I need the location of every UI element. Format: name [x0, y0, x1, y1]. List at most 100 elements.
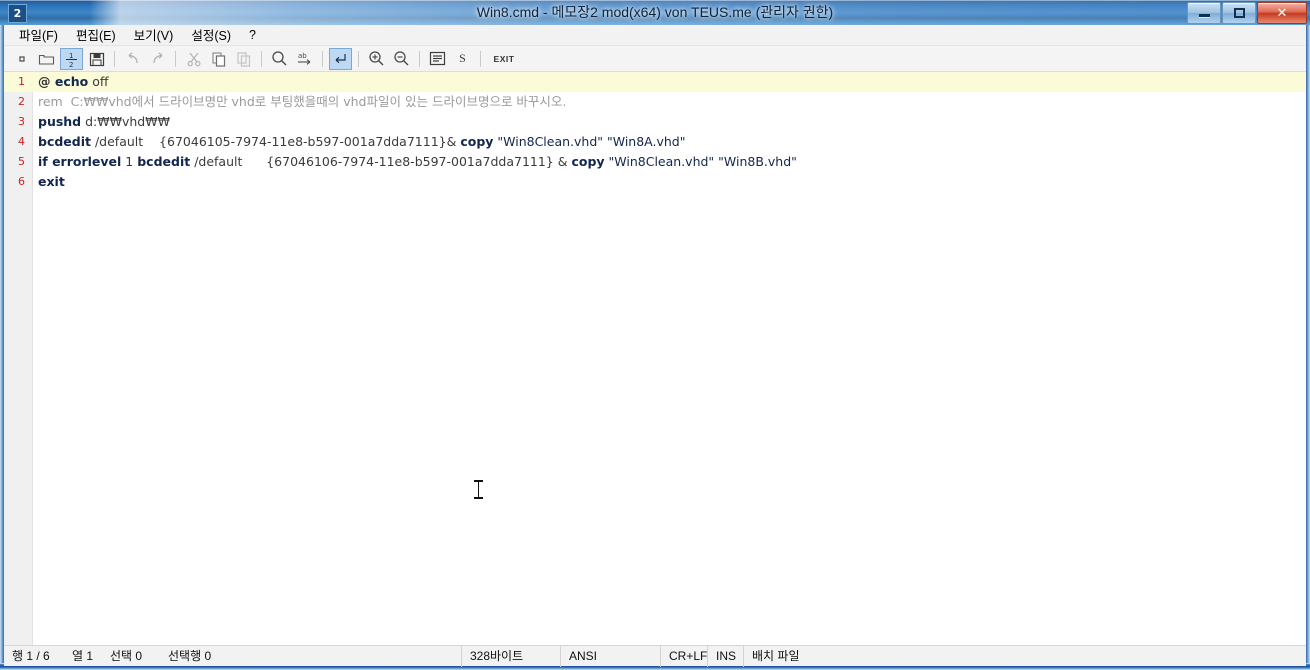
app-icon: 2: [8, 4, 27, 23]
title-bar[interactable]: 2 Win8.cmd - 메모장2 mod(x64) von TEUS.me (…: [0, 0, 1310, 25]
code-line[interactable]: 6 exit: [4, 172, 1306, 192]
zoom-in-button[interactable]: [365, 48, 388, 70]
svg-text:1: 1: [69, 52, 73, 60]
menu-bar: 파일(F) 편집(E) 보기(V) 설정(S) ?: [4, 25, 1306, 46]
status-line-ending: CR+LF: [661, 645, 708, 667]
copy-icon: [211, 51, 227, 67]
replace-button[interactable]: ab: [293, 48, 316, 70]
title-bar-sheen: [0, 0, 1310, 25]
menu-view[interactable]: 보기(V): [125, 23, 183, 47]
code-line-text: bcdedit /default {67046105-7974-11e8-b59…: [38, 132, 686, 152]
line-number: 1: [18, 75, 25, 88]
code-line[interactable]: 5 if errorlevel 1 bcdedit /default {67046…: [4, 152, 1306, 172]
code-line[interactable]: 1 @ echo off: [4, 72, 1306, 92]
code-token: copy: [460, 134, 494, 149]
zoom-out-button[interactable]: [390, 48, 413, 70]
status-column-info: 열 1: [72, 648, 94, 663]
code-area[interactable]: 1 @ echo off 2 rem C:₩₩vhd에서 드라이브명만 vhd로 부팅…: [4, 72, 1306, 192]
maximize-icon: [1223, 3, 1255, 23]
line-number: 2: [18, 95, 25, 108]
menu-help[interactable]: ?: [240, 26, 265, 45]
new-file-button[interactable]: [10, 48, 33, 70]
copy-button[interactable]: [207, 48, 230, 70]
menu-settings[interactable]: 설정(S): [182, 23, 240, 47]
toolbar-separator: [358, 50, 359, 67]
code-token: "Win8Clean.vhd" "Win8A.vhd": [493, 134, 686, 149]
application-window: 2 Win8.cmd - 메모장2 mod(x64) von TEUS.me (…: [0, 0, 1310, 670]
code-line[interactable]: 4 bcdedit /default {67046105-7974-11e8-b5…: [4, 132, 1306, 152]
svg-text:2: 2: [69, 61, 73, 68]
word-wrap-button[interactable]: [329, 47, 352, 70]
replace-icon: ab: [296, 51, 314, 67]
status-encoding: ANSI: [561, 645, 661, 667]
search-button[interactable]: [268, 48, 291, 70]
close-button[interactable]: ✕: [1257, 2, 1307, 24]
code-line[interactable]: 3 pushd d:₩₩vhd₩₩: [4, 112, 1306, 132]
line-number: 5: [18, 155, 25, 168]
status-file-type: 배치 파일: [752, 648, 800, 663]
toolbar-separator: [175, 50, 176, 67]
code-token: d:₩₩vhd₩₩: [81, 114, 170, 129]
line-numbers-button[interactable]: 1 2: [60, 47, 83, 70]
toolbar: 1 2 ab S EXIT: [4, 46, 1306, 72]
format-list-icon: [429, 51, 446, 66]
menu-file[interactable]: 파일(F): [10, 23, 67, 47]
paste-button[interactable]: [232, 48, 255, 70]
style-s-icon: S: [459, 51, 466, 65]
undo-button[interactable]: [121, 48, 144, 70]
status-selection-info: 선택 0: [110, 648, 143, 663]
code-line[interactable]: 2 rem C:₩₩vhd에서 드라이브명만 vhd로 부팅했을때의 vhd파일이…: [4, 92, 1306, 112]
format-list-button[interactable]: [426, 48, 449, 70]
line-number: 6: [18, 175, 25, 188]
line-numbers-icon: 1 2: [65, 50, 79, 68]
save-button[interactable]: [85, 48, 108, 70]
code-token: copy: [571, 154, 605, 169]
new-file-icon: [14, 51, 30, 67]
client-area: 파일(F) 편집(E) 보기(V) 설정(S) ? 1 2 ab S EXIT …: [4, 25, 1306, 667]
cut-icon: [186, 51, 202, 67]
code-token: if errorlevel: [38, 154, 122, 169]
open-folder-icon: [38, 51, 55, 67]
status-selection-lines: 선택행 0: [168, 648, 212, 663]
zoom-out-icon: [393, 50, 410, 67]
close-icon: ✕: [1276, 5, 1288, 21]
code-token: bcdedit: [137, 154, 191, 169]
maximize-button[interactable]: [1222, 2, 1256, 24]
line-number: 3: [18, 115, 25, 128]
window-controls: ✕: [1186, 2, 1307, 24]
open-file-button[interactable]: [35, 48, 58, 70]
word-wrap-icon: [333, 51, 348, 66]
title-bar-highlight: [0, 0, 1310, 1]
paste-icon: [236, 51, 252, 67]
code-token: echo: [50, 74, 89, 89]
code-line-text: rem C:₩₩vhd에서 드라이브명만 vhd로 부팅했을때의 vhd파일이 …: [38, 92, 566, 112]
toolbar-separator: [480, 50, 481, 67]
mouse-cursor-ibeam: [474, 480, 483, 499]
code-line-text: if errorlevel 1 bcdedit /default {670461…: [38, 152, 797, 172]
redo-button[interactable]: [146, 48, 169, 70]
menu-edit[interactable]: 편집(E): [67, 23, 125, 47]
cut-button[interactable]: [182, 48, 205, 70]
exit-button[interactable]: EXIT: [487, 48, 521, 70]
toolbar-separator: [114, 50, 115, 67]
style-s-button[interactable]: S: [451, 48, 474, 70]
code-token: @: [38, 74, 51, 89]
status-bar: 행 1 / 6 열 1 선택 0 선택행 0 328바이트 ANSI CR+LF…: [4, 645, 1306, 667]
code-line-text: exit: [38, 172, 65, 192]
code-token: /default {67046105-7974-11e8-b597-001a7d…: [91, 134, 461, 149]
code-token: exit: [38, 174, 65, 189]
minimize-button[interactable]: [1187, 2, 1221, 24]
line-number: 4: [18, 135, 25, 148]
window-title: Win8.cmd - 메모장2 mod(x64) von TEUS.me (관리…: [476, 4, 834, 20]
undo-icon: [125, 51, 141, 67]
status-insert-mode: INS: [708, 645, 744, 667]
status-file-size: 328바이트: [461, 645, 561, 667]
status-line-info: 행 1 / 6: [12, 648, 50, 663]
text-editor[interactable]: 1 @ echo off 2 rem C:₩₩vhd에서 드라이브명만 vhd로 부팅…: [4, 72, 1306, 645]
toolbar-separator: [261, 50, 262, 67]
svg-text:ab: ab: [298, 52, 307, 60]
code-token: bcdedit: [38, 134, 91, 149]
exit-label: EXIT: [493, 53, 515, 64]
code-token: "Win8Clean.vhd" "Win8B.vhd": [604, 154, 797, 169]
toolbar-separator: [322, 50, 323, 67]
